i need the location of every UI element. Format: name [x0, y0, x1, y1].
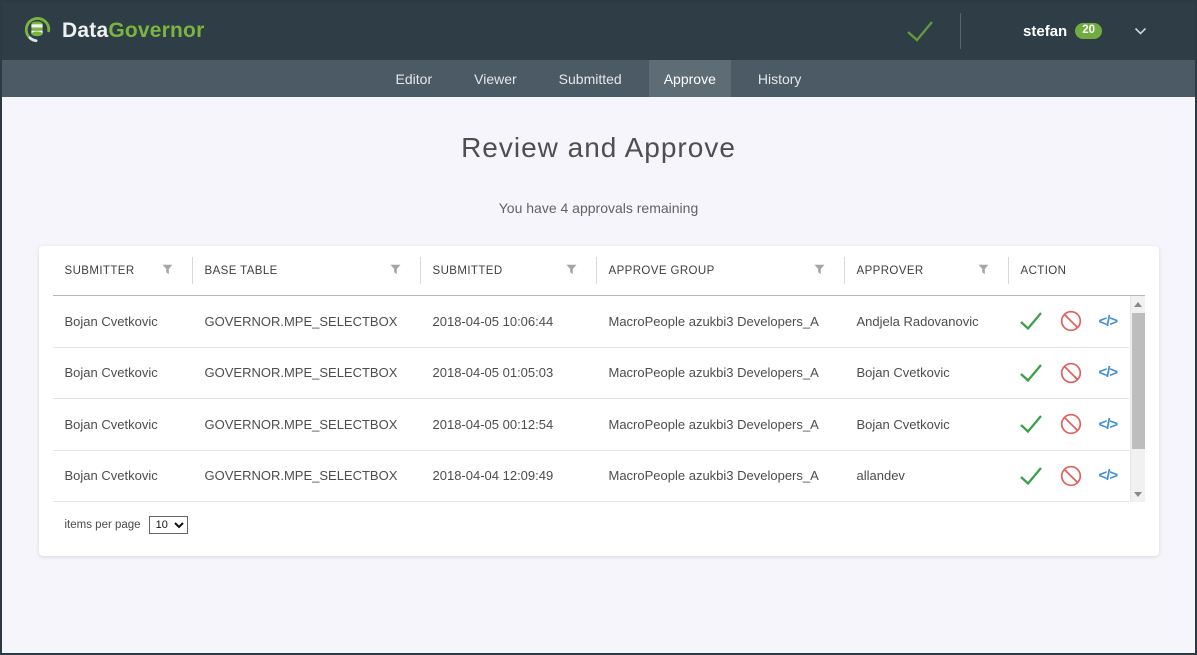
- approve-icon[interactable]: [1019, 466, 1043, 486]
- cell-approve-group: MacroPeople azukbi3 Developers_A: [597, 365, 845, 380]
- database-logo-icon: [22, 14, 52, 49]
- topbar-right: stefan 20: [906, 2, 1195, 60]
- scrollbar-up-arrow[interactable]: [1131, 296, 1146, 312]
- scrollbar-down-arrow[interactable]: [1131, 486, 1146, 502]
- cell-approve-group: MacroPeople azukbi3 Developers_A: [597, 314, 845, 329]
- chevron-down-icon[interactable]: [1134, 27, 1147, 36]
- cell-base-table: GOVERNOR.MPE_SELECTBOX: [193, 365, 421, 380]
- cell-approver: Bojan Cvetkovic: [845, 365, 1009, 380]
- view-code-icon[interactable]: </>: [1099, 416, 1118, 433]
- app-window: DataGovernor stefan 20 Editor Viewer Su: [0, 0, 1197, 655]
- cell-approver: Andjela Radovanovic: [845, 314, 1009, 329]
- brand-logo[interactable]: DataGovernor: [22, 14, 204, 49]
- cell-actions: </>: [1009, 465, 1129, 487]
- cell-submitted: 2018-04-04 12:09:49: [421, 468, 597, 483]
- table-body: Bojan Cvetkovic GOVERNOR.MPE_SELECTBOX 2…: [53, 296, 1145, 502]
- reject-icon[interactable]: [1060, 413, 1082, 435]
- cell-approver: allandev: [845, 468, 1009, 483]
- table-row: Bojan Cvetkovic GOVERNOR.MPE_SELECTBOX 2…: [53, 296, 1129, 348]
- column-label: SUBMITTED: [433, 265, 503, 277]
- cell-submitted: 2018-04-05 00:12:54: [421, 417, 597, 432]
- column-header-base-table[interactable]: BASE TABLE: [193, 246, 421, 295]
- cell-base-table: GOVERNOR.MPE_SELECTBOX: [193, 314, 421, 329]
- column-header-submitter[interactable]: SUBMITTER: [53, 246, 193, 295]
- user-menu[interactable]: stefan 20: [1023, 23, 1102, 40]
- approve-icon[interactable]: [1019, 311, 1043, 331]
- items-per-page-select[interactable]: 10: [149, 516, 188, 534]
- cell-approve-group: MacroPeople azukbi3 Developers_A: [597, 417, 845, 432]
- tab-history[interactable]: History: [743, 60, 817, 97]
- cell-submitter: Bojan Cvetkovic: [53, 314, 193, 329]
- main-content: Review and Approve You have 4 approvals …: [2, 132, 1195, 556]
- table-footer: items per page 10: [53, 502, 1145, 534]
- tab-approve[interactable]: Approve: [649, 60, 731, 97]
- column-label: SUBMITTER: [65, 265, 135, 277]
- table-row: Bojan Cvetkovic GOVERNOR.MPE_SELECTBOX 2…: [53, 348, 1129, 400]
- table-scrollbar[interactable]: [1130, 296, 1145, 502]
- approvals-count-badge: 20: [1075, 23, 1102, 40]
- cell-submitted: 2018-04-05 10:06:44: [421, 314, 597, 329]
- column-header-approve-group[interactable]: APPROVE GROUP: [597, 246, 845, 295]
- cell-actions: </>: [1009, 310, 1129, 332]
- filter-icon[interactable]: [390, 264, 401, 278]
- approve-icon[interactable]: [1019, 363, 1043, 383]
- tab-submitted[interactable]: Submitted: [544, 60, 637, 97]
- cell-approver: Bojan Cvetkovic: [845, 417, 1009, 432]
- scrollbar-thumb[interactable]: [1132, 313, 1145, 449]
- column-label: ACTION: [1021, 265, 1067, 277]
- approve-icon[interactable]: [1019, 414, 1043, 434]
- username-label: stefan: [1023, 23, 1067, 40]
- column-label: APPROVER: [857, 265, 924, 277]
- cell-base-table: GOVERNOR.MPE_SELECTBOX: [193, 468, 421, 483]
- main-nav: Editor Viewer Submitted Approve History: [2, 60, 1195, 97]
- approve-check-icon[interactable]: [906, 20, 934, 42]
- view-code-icon[interactable]: </>: [1099, 313, 1118, 330]
- cell-base-table: GOVERNOR.MPE_SELECTBOX: [193, 417, 421, 432]
- cell-approve-group: MacroPeople azukbi3 Developers_A: [597, 468, 845, 483]
- top-header: DataGovernor stefan 20: [2, 2, 1195, 60]
- cell-submitter: Bojan Cvetkovic: [53, 417, 193, 432]
- table-header: SUBMITTER BASE TABLE SUBMITTED APPROVE G…: [53, 246, 1145, 296]
- column-label: APPROVE GROUP: [609, 265, 715, 277]
- approvals-card: SUBMITTER BASE TABLE SUBMITTED APPROVE G…: [39, 246, 1159, 556]
- reject-icon[interactable]: [1060, 310, 1082, 332]
- column-label: BASE TABLE: [205, 265, 278, 277]
- header-divider: [960, 13, 961, 49]
- items-per-page-label: items per page: [65, 519, 141, 531]
- table-row: Bojan Cvetkovic GOVERNOR.MPE_SELECTBOX 2…: [53, 399, 1129, 451]
- column-header-action: ACTION: [1009, 246, 1129, 295]
- cell-actions: </>: [1009, 413, 1129, 435]
- table-row: Bojan Cvetkovic GOVERNOR.MPE_SELECTBOX 2…: [53, 451, 1129, 503]
- cell-actions: </>: [1009, 362, 1129, 384]
- tab-editor[interactable]: Editor: [381, 60, 448, 97]
- filter-icon[interactable]: [978, 264, 989, 278]
- cell-submitter: Bojan Cvetkovic: [53, 468, 193, 483]
- tab-viewer[interactable]: Viewer: [459, 60, 532, 97]
- filter-icon[interactable]: [162, 264, 173, 278]
- view-code-icon[interactable]: </>: [1099, 364, 1118, 381]
- cell-submitter: Bojan Cvetkovic: [53, 365, 193, 380]
- brand-name: DataGovernor: [62, 19, 204, 43]
- filter-icon[interactable]: [566, 264, 577, 278]
- filter-icon[interactable]: [814, 264, 825, 278]
- column-header-approver[interactable]: APPROVER: [845, 246, 1009, 295]
- reject-icon[interactable]: [1060, 465, 1082, 487]
- page-title: Review and Approve: [2, 132, 1195, 164]
- column-header-submitted[interactable]: SUBMITTED: [421, 246, 597, 295]
- view-code-icon[interactable]: </>: [1099, 467, 1118, 484]
- cell-submitted: 2018-04-05 01:05:03: [421, 365, 597, 380]
- approvals-remaining-text: You have 4 approvals remaining: [2, 200, 1195, 216]
- reject-icon[interactable]: [1060, 362, 1082, 384]
